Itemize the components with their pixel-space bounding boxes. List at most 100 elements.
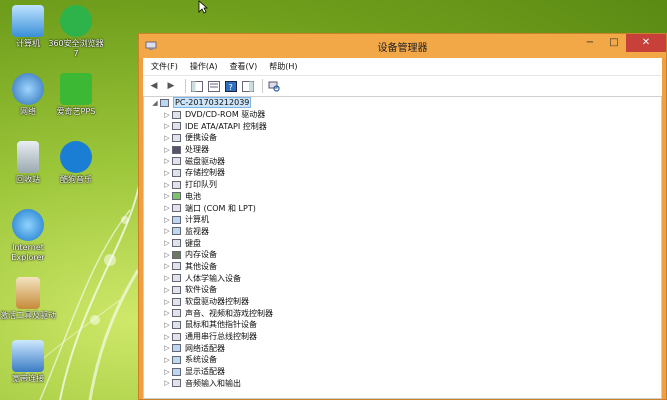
expand-arrow-icon[interactable]: ▷ <box>162 157 172 165</box>
tree-item-mouse[interactable]: ▷ 鼠标和其他指针设备 <box>162 319 273 331</box>
desktop-icon-iqiyi[interactable]: 爱奇艺PPS <box>48 73 104 117</box>
expand-arrow-icon[interactable]: ▷ <box>162 298 172 306</box>
expand-arrow-icon[interactable]: ▷ <box>162 286 172 294</box>
expand-arrow-icon[interactable]: ▷ <box>162 134 172 142</box>
tree-item-dvd[interactable]: ▷ DVD/CD-ROM 驱动器 <box>162 109 273 121</box>
tree-item-portable[interactable]: ▷ 便携设备 <box>162 132 273 144</box>
title-bar[interactable]: 设备管理器 − □ ✕ <box>139 34 666 58</box>
expand-arrow-icon[interactable]: ▷ <box>162 204 172 212</box>
expand-arrow-icon[interactable]: ▷ <box>162 344 172 352</box>
tree-item-computer[interactable]: ▷ 计算机 <box>162 214 273 226</box>
expand-arrow-icon[interactable]: ▷ <box>162 111 172 119</box>
tree-item-label: 软盘驱动器控制器 <box>185 297 249 307</box>
menu-bar: 文件(F) 操作(A) 查看(V) 帮助(H) <box>143 58 662 75</box>
desktop-icon-internet-explorer[interactable]: Internet Explorer <box>0 209 56 263</box>
keyboard-icon <box>172 239 181 248</box>
menu-action[interactable]: 操作(A) <box>190 61 218 72</box>
tree-item-software[interactable]: ▷ 软件设备 <box>162 284 273 296</box>
menu-help[interactable]: 帮助(H) <box>269 61 297 72</box>
device-manager-window[interactable]: 设备管理器 − □ ✕ 文件(F) 操作(A) 查看(V) 帮助(H) ◀ ▶ … <box>138 33 667 400</box>
tree-item-label: 电池 <box>185 191 201 201</box>
tree-item-hid[interactable]: ▷ 人体学输入设备 <box>162 272 273 284</box>
tree-item-label: 计算机 <box>185 215 209 225</box>
tree-item-processor[interactable]: ▷ 处理器 <box>162 144 273 156</box>
dvd-drive-icon <box>172 110 181 119</box>
tree-item-other[interactable]: ▷ 其他设备 <box>162 261 273 273</box>
tree-item-ide[interactable]: ▷ IDE ATA/ATAPI 控制器 <box>162 120 273 132</box>
expand-arrow-icon[interactable]: ▷ <box>162 251 172 259</box>
tree-children: ▷ DVD/CD-ROM 驱动器 ▷ IDE ATA/ATAPI 控制器 ▷ 便携设备… <box>150 109 273 390</box>
tree-item-disk[interactable]: ▷ 磁盘驱动器 <box>162 155 273 167</box>
menu-file[interactable]: 文件(F) <box>151 61 178 72</box>
expand-arrow-icon[interactable]: ▷ <box>162 181 172 189</box>
tree-item-battery[interactable]: ▷ 电池 <box>162 191 273 203</box>
action-pane-icon[interactable] <box>241 79 255 93</box>
system-device-icon <box>172 355 181 364</box>
tree-item-system[interactable]: ▷ 系统设备 <box>162 354 273 366</box>
expand-arrow-icon[interactable]: ▷ <box>162 333 172 341</box>
expand-arrow-icon[interactable]: ▷ <box>162 309 172 317</box>
tree-item-label: 显示适配器 <box>185 367 225 377</box>
expand-arrow-icon[interactable]: ▷ <box>162 192 172 200</box>
tree-item-label: 音频输入和输出 <box>185 378 241 388</box>
device-tree-pane[interactable]: ◢ PC-20170321203​9 ▷ DVD/CD-ROM 驱动器 ▷ IDE … <box>143 96 662 399</box>
tree-item-label: 键盘 <box>185 238 201 248</box>
desktop-icon-kugou[interactable]: 酷狗音乐 <box>48 141 104 185</box>
tree-item-label: 打印队列 <box>185 180 217 190</box>
expand-arrow-icon[interactable]: ▷ <box>162 169 172 177</box>
expand-arrow-icon[interactable]: ▷ <box>162 321 172 329</box>
expand-arrow-icon[interactable]: ▷ <box>162 274 172 282</box>
tree-item-audio-io[interactable]: ▷ 音频输入和输出 <box>162 378 273 390</box>
desktop-icon-360-browser[interactable]: 360安全浏览器7 <box>48 5 104 59</box>
tree-item-monitor[interactable]: ▷ 监视器 <box>162 226 273 238</box>
disk-drive-icon <box>172 157 181 166</box>
menu-view[interactable]: 查看(V) <box>230 61 258 72</box>
window-controls: − □ ✕ <box>578 34 666 52</box>
tree-root[interactable]: ◢ PC-20170321203​9 <box>150 97 273 109</box>
back-arrow-icon[interactable]: ◀ <box>147 79 161 93</box>
forward-arrow-icon[interactable]: ▶ <box>164 79 178 93</box>
svg-text:?: ? <box>229 83 233 92</box>
tree-item-usb[interactable]: ▷ 通用串行总线控制器 <box>162 331 273 343</box>
expand-arrow-icon[interactable]: ▷ <box>162 122 172 130</box>
help-icon[interactable]: ? <box>224 79 238 93</box>
expand-arrow-icon[interactable]: ▷ <box>162 262 172 270</box>
expand-arrow-icon[interactable]: ▷ <box>162 146 172 154</box>
tree-root-label: PC-20170321203​9 <box>173 97 252 109</box>
expand-arrow-icon[interactable]: ▷ <box>162 356 172 364</box>
expand-arrow-icon[interactable]: ▷ <box>162 239 172 247</box>
tree-item-ports[interactable]: ▷ 端口 (COM 和 LPT) <box>162 202 273 214</box>
tree-item-label: 软件设备 <box>185 285 217 295</box>
portable-device-icon <box>172 133 181 142</box>
computer-icon <box>160 98 169 107</box>
desktop-icon-broadband[interactable]: 宽带连接 <box>0 340 56 384</box>
tree-item-floppy[interactable]: ▷ 软盘驱动器控制器 <box>162 296 273 308</box>
properties-icon[interactable] <box>207 79 221 93</box>
tree-item-label: 端口 (COM 和 LPT) <box>185 203 256 213</box>
tree-item-label: DVD/CD-ROM 驱动器 <box>185 110 266 120</box>
maximize-button[interactable]: □ <box>602 34 626 52</box>
tree-item-sound[interactable]: ▷ 声音、视频和游戏控制器 <box>162 307 273 319</box>
tree-item-storage[interactable]: ▷ 存储控制器 <box>162 167 273 179</box>
internet-explorer-icon <box>12 209 44 241</box>
expand-arrow-icon[interactable]: ▷ <box>162 368 172 376</box>
tree-item-memory[interactable]: ▷ 内存设备 <box>162 249 273 261</box>
tree-item-keyboard[interactable]: ▷ 键盘 <box>162 237 273 249</box>
show-hide-console-tree-icon[interactable] <box>190 79 204 93</box>
monitor-icon <box>172 227 181 236</box>
tree-item-display[interactable]: ▷ 显示适配器 <box>162 366 273 378</box>
desktop-icon-activation-tools[interactable]: 激活工具及驱动 <box>0 277 56 321</box>
minimize-button[interactable]: − <box>578 34 602 52</box>
tree-item-label: 人体学输入设备 <box>185 273 241 283</box>
expand-arrow-icon[interactable]: ▷ <box>162 216 172 224</box>
speaker-icon <box>172 309 181 318</box>
scan-hardware-changes-icon[interactable] <box>267 79 281 93</box>
broadband-connection-icon <box>12 340 44 372</box>
desktop-icon-label: 回收站 <box>16 175 40 184</box>
collapse-arrow-icon[interactable]: ◢ <box>150 99 160 107</box>
expand-arrow-icon[interactable]: ▷ <box>162 227 172 235</box>
tree-item-network[interactable]: ▷ 网络适配器 <box>162 342 273 354</box>
close-button[interactable]: ✕ <box>626 34 666 52</box>
tree-item-print-queue[interactable]: ▷ 打印队列 <box>162 179 273 191</box>
expand-arrow-icon[interactable]: ▷ <box>162 379 172 387</box>
